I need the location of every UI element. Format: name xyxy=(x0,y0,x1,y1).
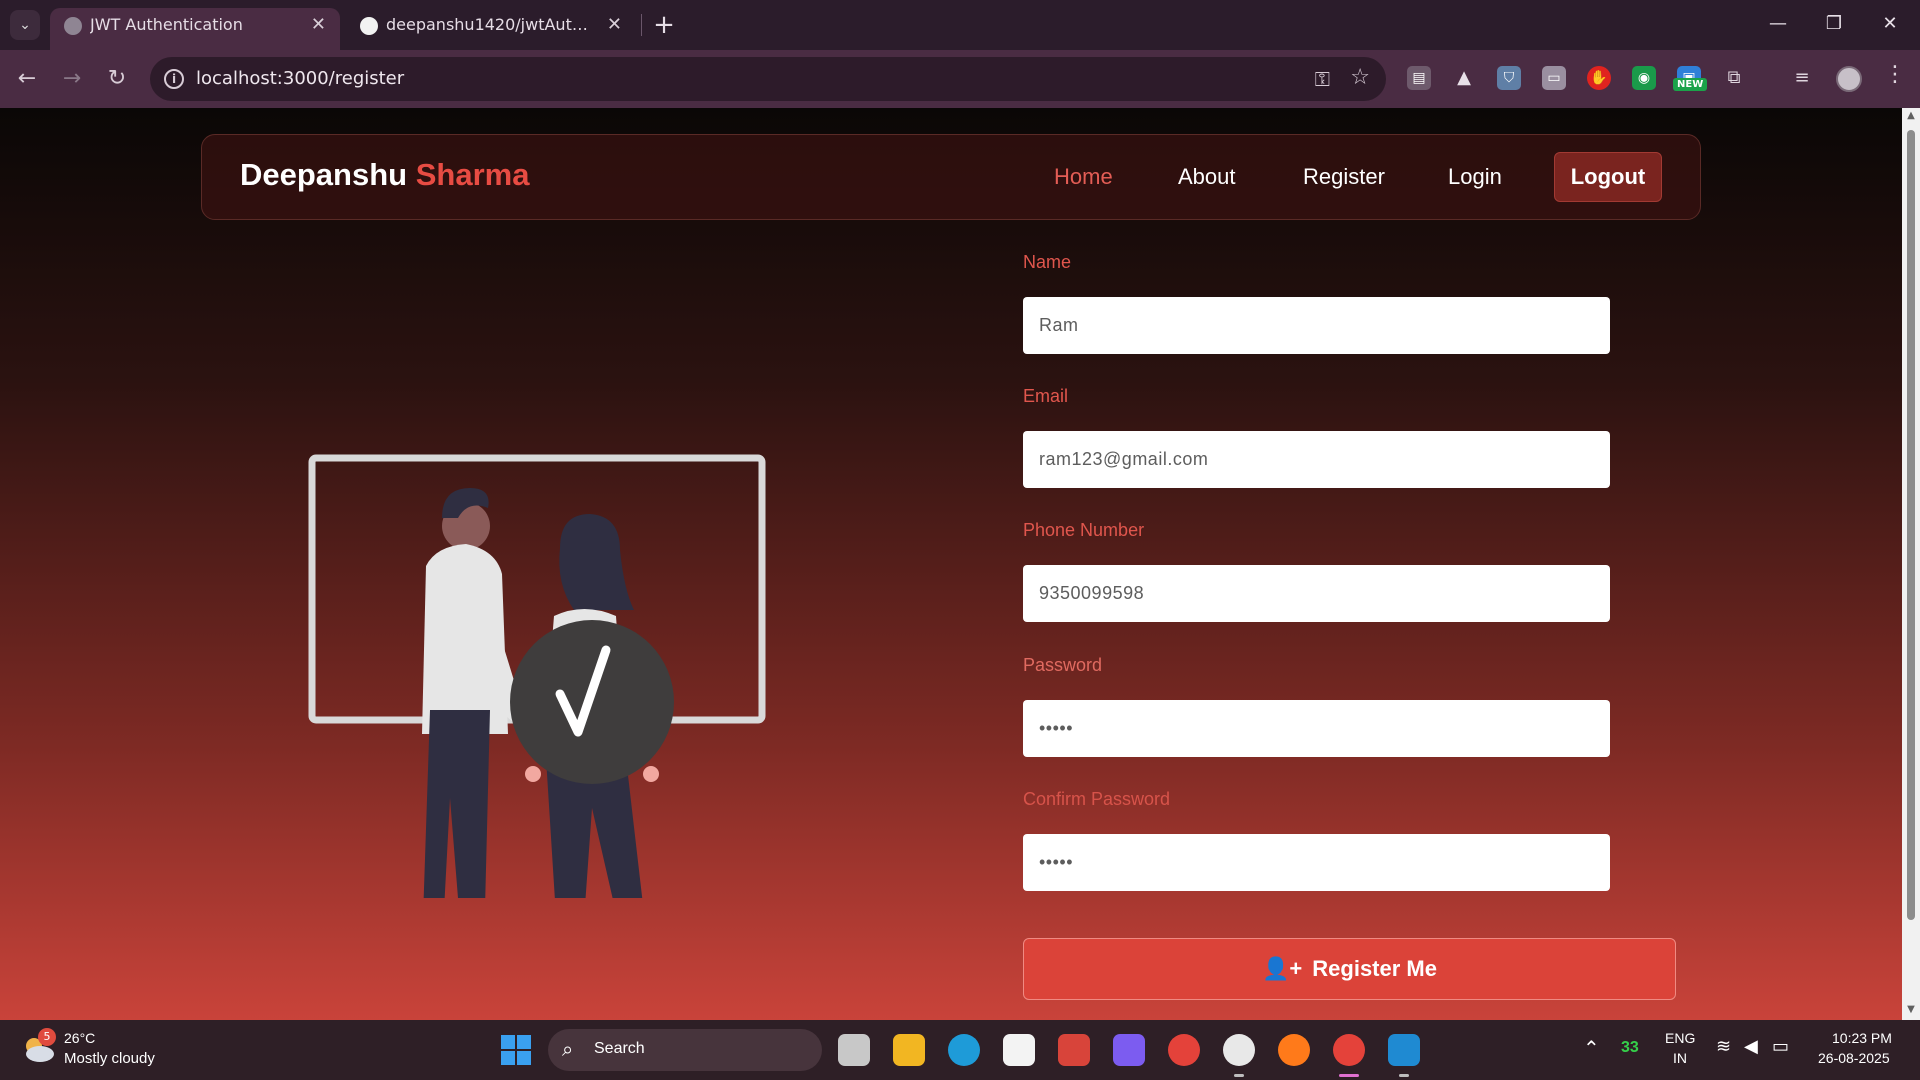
task-view-icon[interactable] xyxy=(838,1034,870,1066)
language-line1[interactable]: ENG xyxy=(1665,1030,1695,1046)
nav-about-link[interactable]: About xyxy=(1178,164,1236,190)
phone-label: Phone Number xyxy=(1023,520,1145,540)
url-text[interactable]: localhost:3000/register xyxy=(196,57,404,101)
extension-gamepad-icon[interactable]: ◉ xyxy=(1632,66,1656,90)
github-icon xyxy=(360,17,378,35)
reload-button[interactable]: ↻ xyxy=(102,64,132,94)
chevron-up-icon[interactable]: ⌃ xyxy=(1583,1036,1600,1061)
search-label: Search xyxy=(594,1040,645,1057)
extension-hand-icon[interactable]: ✋ xyxy=(1587,66,1611,90)
confirm-password-input[interactable] xyxy=(1023,834,1610,891)
battery-icon[interactable]: ▭ xyxy=(1772,1036,1789,1057)
password-input[interactable] xyxy=(1023,700,1610,757)
volume-icon[interactable]: ◀ xyxy=(1744,1036,1758,1057)
language-line2[interactable]: IN xyxy=(1673,1050,1687,1066)
edge-browser-icon[interactable] xyxy=(948,1034,980,1066)
app-active-indicator xyxy=(1339,1074,1359,1077)
bookmark-star-icon[interactable]: ☆ xyxy=(1350,65,1370,90)
phone-input[interactable] xyxy=(1023,565,1610,622)
vscode-icon[interactable] xyxy=(1388,1034,1420,1066)
brand-first-name: Deepanshu xyxy=(240,157,408,192)
nav-home-link[interactable]: Home xyxy=(1054,164,1113,190)
new-tab-button[interactable]: + xyxy=(650,8,678,42)
tab-separator xyxy=(641,14,642,36)
app-running-indicator xyxy=(1399,1074,1409,1077)
tab-github-repo[interactable]: deepanshu1420/jwtAuthentication ✕ xyxy=(346,8,636,50)
browser-tab-bar: ⌄ JWT Authentication ✕ deepanshu1420/jwt… xyxy=(0,0,1920,50)
register-button-label: Register Me xyxy=(1312,956,1437,981)
chrome-icon[interactable] xyxy=(1168,1034,1200,1066)
user-plus-icon: 👤+ xyxy=(1262,956,1303,981)
email-input[interactable] xyxy=(1023,431,1610,488)
confirm-password-label: Confirm Password xyxy=(1023,789,1171,809)
site-info-icon[interactable]: i xyxy=(164,69,184,89)
address-bar[interactable]: i localhost:3000/register ⚿ ☆ xyxy=(150,57,1386,101)
email-label: Email xyxy=(1023,386,1069,406)
tray-counter[interactable]: 33 xyxy=(1621,1039,1639,1057)
close-icon[interactable]: ✕ xyxy=(607,8,622,42)
minimize-button[interactable]: — xyxy=(1750,6,1806,42)
extension-printer-icon[interactable]: ▭ xyxy=(1542,66,1566,90)
media-controls-icon[interactable]: ≡ xyxy=(1790,66,1814,90)
forward-button[interactable]: → xyxy=(57,64,87,94)
register-button[interactable]: 👤+ Register Me xyxy=(1023,938,1676,1000)
logout-button[interactable]: Logout xyxy=(1554,152,1662,202)
scroll-down-icon[interactable]: ▼ xyxy=(1905,1004,1917,1015)
weather-description[interactable]: Mostly cloudy xyxy=(64,1050,155,1067)
extension-mountain-icon[interactable]: ▲ xyxy=(1452,66,1476,90)
extension-tabs-icon[interactable]: ▤ xyxy=(1407,66,1431,90)
nav-register-link[interactable]: Register xyxy=(1303,164,1385,190)
copilot-icon[interactable] xyxy=(1113,1034,1145,1066)
site-brand[interactable]: Deepanshu Sharma xyxy=(240,157,529,193)
globe-icon xyxy=(64,17,82,35)
page-viewport: Deepanshu Sharma Home About Register Log… xyxy=(0,108,1902,1020)
tab-jwt-authentication[interactable]: JWT Authentication ✕ xyxy=(50,8,340,50)
site-navbar: Deepanshu Sharma Home About Register Log… xyxy=(201,134,1701,220)
close-icon[interactable]: ✕ xyxy=(311,8,326,42)
weather-temperature[interactable]: 26°C xyxy=(64,1030,95,1046)
page-scrollbar[interactable]: ▲ ▼ xyxy=(1902,108,1920,1020)
extension-shield-icon[interactable]: ⛉ xyxy=(1497,66,1521,90)
app-running-indicator xyxy=(1234,1074,1244,1077)
tab-title: deepanshu1420/jwtAuthentication xyxy=(386,15,596,34)
clock-date[interactable]: 26-08-2025 xyxy=(1818,1050,1890,1066)
clock-time[interactable]: 10:23 PM xyxy=(1832,1030,1892,1046)
microsoft-store-icon[interactable] xyxy=(1003,1034,1035,1066)
extensions-puzzle-icon[interactable]: ⧉ xyxy=(1722,66,1746,90)
profile-avatar[interactable] xyxy=(1836,66,1862,92)
search-icon: ⌕ xyxy=(562,1037,574,1061)
password-label: Password xyxy=(1023,655,1103,675)
weather-alert-badge: 5 xyxy=(38,1028,56,1046)
wifi-icon[interactable]: ≋ xyxy=(1716,1036,1731,1057)
password-key-icon[interactable]: ⚿ xyxy=(1315,67,1330,91)
gmail-icon[interactable] xyxy=(1058,1034,1090,1066)
back-button[interactable]: ← xyxy=(12,64,42,94)
tab-search-button[interactable]: ⌄ xyxy=(10,10,40,40)
firefox-icon[interactable] xyxy=(1278,1034,1310,1066)
windows-start-icon[interactable] xyxy=(501,1035,531,1065)
nav-login-link[interactable]: Login xyxy=(1448,164,1502,190)
file-explorer-icon[interactable] xyxy=(893,1034,925,1066)
browser-menu-icon[interactable]: ⋮ xyxy=(1884,62,1906,92)
register-illustration xyxy=(308,454,766,898)
tab-title: JWT Authentication xyxy=(90,15,243,34)
scrollbar-thumb[interactable] xyxy=(1907,130,1915,920)
extension-new-badge: NEW xyxy=(1673,78,1708,91)
taskbar-search[interactable]: ⌕ Search xyxy=(548,1029,822,1071)
scroll-up-icon[interactable]: ▲ xyxy=(1905,110,1917,121)
windows-taskbar: 5 26°C Mostly cloudy ⌕ Search ⌃ 33 ENG I… xyxy=(0,1020,1920,1080)
name-input[interactable] xyxy=(1023,297,1610,354)
chrome-active-icon[interactable] xyxy=(1333,1034,1365,1066)
name-label: Name xyxy=(1023,252,1072,272)
restore-button[interactable]: ❐ xyxy=(1806,6,1862,42)
brand-last-name: Sharma xyxy=(415,157,530,192)
close-window-button[interactable]: ✕ xyxy=(1862,6,1918,42)
chatgpt-icon[interactable] xyxy=(1223,1034,1255,1066)
